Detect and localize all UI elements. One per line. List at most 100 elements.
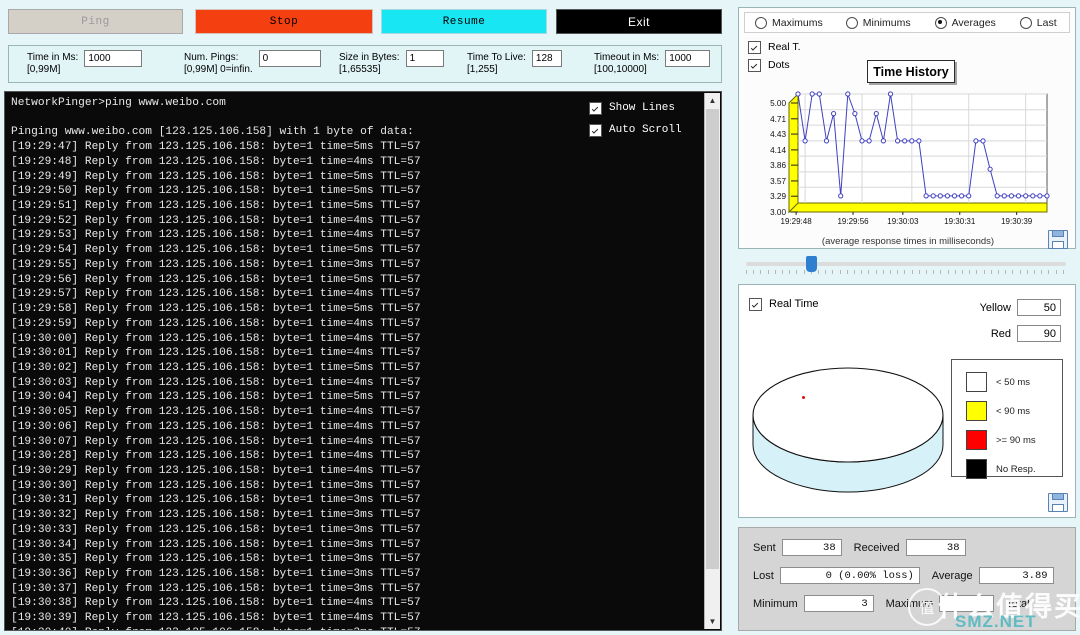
show-lines-label: Show Lines (609, 102, 676, 114)
param-timeout-ms: Timeout in Ms: [100,10000] (594, 50, 711, 80)
auto-scroll-label: Auto Scroll (609, 124, 682, 136)
right-panel: Maximums Minimums Averages Last Real T. … (734, 0, 1080, 635)
console-line: [19:30:36] Reply from 123.125.106.158: b… (11, 568, 421, 580)
parameters-panel: Time in Ms: [0,99M] Num. Pings: [0,99M] … (8, 45, 722, 83)
radio-icon (934, 16, 947, 29)
console-line: [19:30:05] Reply from 123.125.106.158: b… (11, 406, 421, 419)
scrollbar-thumb[interactable] (706, 109, 719, 569)
svg-text:3.29: 3.29 (770, 192, 786, 201)
checkbox-icon (589, 123, 602, 137)
param-range: [0,99M] (27, 64, 61, 75)
dots-checkbox[interactable]: Dots (748, 56, 801, 74)
received-value: 38 (905, 539, 966, 556)
svg-text:19:30:03: 19:30:03 (887, 217, 919, 226)
console-line: [19:29:58] Reply from 123.125.106.158: b… (11, 303, 421, 316)
average-value: 3.89 (978, 567, 1054, 584)
timeout-ms-input[interactable] (665, 50, 711, 67)
legend-label: No Resp. (996, 463, 1036, 475)
checkbox-icon (748, 40, 761, 54)
console-line: [19:30:07] Reply from 123.125.106.158: b… (11, 435, 421, 448)
checkbox-icon (589, 101, 602, 115)
radio-minimums[interactable]: Minimums (845, 16, 911, 29)
history-options: Real T. Dots (748, 38, 801, 74)
resume-button[interactable]: Resume (381, 9, 547, 34)
console-line: [19:30:04] Reply from 123.125.106.158: b… (11, 391, 421, 404)
stats-row-sent-received: Sent 38 Received 38 (753, 539, 966, 556)
scroll-down-icon[interactable]: ▼ (705, 614, 720, 629)
network-pinger-window: Ping Stop Resume Exit Time in Ms: [0,99M… (0, 0, 1080, 635)
auto-scroll-checkbox[interactable]: Auto Scroll (589, 119, 699, 141)
yellow-threshold: Yellow (980, 299, 1061, 316)
ping-button[interactable]: Ping (8, 9, 183, 34)
red-threshold-input[interactable] (1017, 325, 1061, 342)
console-line: [19:29:57] Reply from 123.125.106.158: b… (11, 288, 421, 301)
exit-button[interactable]: Exit (556, 9, 722, 34)
radio-averages[interactable]: Averages (934, 16, 996, 29)
param-range: [1,65535] (339, 64, 381, 75)
svg-text:19:30:39: 19:30:39 (1001, 217, 1033, 226)
radio-last[interactable]: Last (1019, 16, 1057, 29)
console-line: [19:29:52] Reply from 123.125.106.158: b… (11, 214, 421, 227)
time-history-chart-svg: 3.00 3.29 3.57 3.86 4.14 4.43 4.71 5.00 19:29:48… (770, 91, 1050, 226)
console-line: [19:30:33] Reply from 123.125.106.158: b… (11, 523, 421, 536)
time-in-ms-input[interactable] (84, 50, 143, 67)
radio-label: Minimums (862, 16, 911, 29)
times-real-time-label: Real Time (769, 298, 819, 310)
real-time-label: Real T. (768, 41, 801, 53)
floppy-disk-icon[interactable] (1048, 230, 1068, 249)
console-line: [19:30:39] Reply from 123.125.106.158: b… (11, 612, 421, 625)
slider-ticks (746, 270, 1066, 275)
legend-swatch-yellow (966, 401, 987, 421)
console-line: [19:30:37] Reply from 123.125.106.158: b… (11, 582, 421, 595)
times-real-time-checkbox[interactable]: Real Time (749, 293, 819, 315)
legend-item: >= 90 ms (966, 430, 1036, 450)
legend-swatch-black (966, 459, 987, 479)
radio-maximums[interactable]: Maximums (755, 16, 823, 29)
console-line: [19:30:06] Reply from 123.125.106.158: b… (11, 420, 421, 433)
console-line: [19:29:56] Reply from 123.125.106.158: b… (11, 273, 421, 286)
size-bytes-input[interactable] (405, 50, 444, 67)
ping-marker-dot (802, 396, 805, 399)
svg-text:3.00: 3.00 (770, 208, 786, 217)
console-scrollbar[interactable]: ▲ ▼ (704, 93, 720, 629)
param-label: Num. Pings: (184, 52, 239, 63)
yellow-threshold-input[interactable] (1017, 299, 1061, 316)
maximum-value (939, 595, 995, 612)
ttl-input[interactable] (531, 50, 562, 67)
floppy-disk-icon[interactable] (1048, 493, 1068, 512)
console-line: [19:30:31] Reply from 123.125.106.158: b… (11, 494, 421, 507)
sent-value: 38 (781, 539, 842, 556)
console-line: [19:29:54] Reply from 123.125.106.158: b… (11, 244, 421, 257)
num-pings-input[interactable] (258, 50, 321, 67)
history-range-slider[interactable] (738, 254, 1076, 278)
console-line: [19:29:47] Reply from 123.125.106.158: b… (11, 141, 421, 154)
legend-label: < 50 ms (996, 376, 1031, 388)
console-line: [19:29:53] Reply from 123.125.106.158: b… (11, 229, 421, 242)
chart-xlabel: (average response times in milliseconds) (821, 236, 995, 247)
time-history-chart: 3.00 3.29 3.57 3.86 4.14 4.43 4.71 5.00 19:29:48… (747, 90, 1069, 250)
param-time-in-ms: Time in Ms: [0,99M] (27, 50, 143, 80)
console-options: Show Lines Auto Scroll (589, 97, 699, 141)
radio-label: Averages (951, 16, 996, 29)
param-size-bytes: Size in Bytes: [1,65535] (339, 50, 444, 80)
console-output-panel[interactable]: NetworkPinger>ping www.weibo.com Pinging … (4, 91, 722, 631)
legend-item: < 90 ms (966, 401, 1030, 421)
stop-button[interactable]: Stop (195, 9, 373, 34)
real-time-checkbox[interactable]: Real T. (748, 38, 801, 56)
radio-icon (845, 16, 858, 29)
console-line: [19:29:55] Reply from 123.125.106.158: b… (11, 258, 421, 271)
yellow-threshold-label: Yellow (979, 301, 1011, 314)
legend-swatch-white (966, 372, 987, 392)
slider-thumb[interactable] (806, 256, 817, 272)
param-label: Timeout in Ms: (594, 52, 660, 63)
lost-value: 0 (0.00% loss) (779, 567, 920, 584)
total-label: Total (1006, 597, 1030, 610)
show-lines-checkbox[interactable]: Show Lines (589, 97, 699, 119)
console-line: [19:29:51] Reply from 123.125.106.158: b… (11, 200, 421, 213)
average-label: Average (931, 569, 973, 582)
legend-label: >= 90 ms (996, 434, 1036, 446)
scroll-up-icon[interactable]: ▲ (705, 93, 720, 108)
radio-icon (1019, 16, 1032, 29)
svg-text:19:30:31: 19:30:31 (944, 217, 976, 226)
legend-label: < 90 ms (996, 405, 1031, 417)
